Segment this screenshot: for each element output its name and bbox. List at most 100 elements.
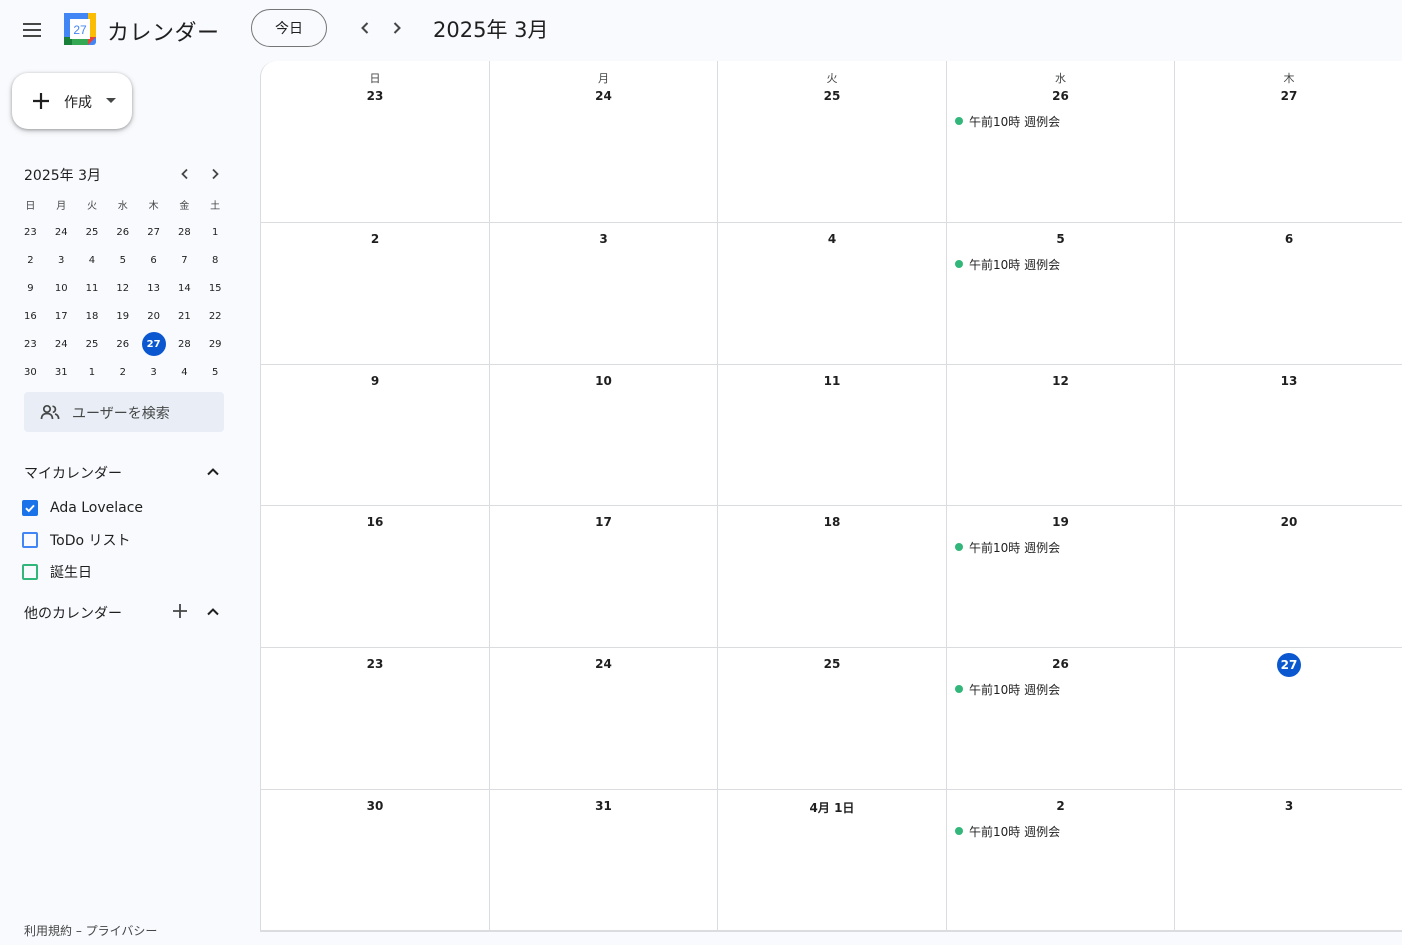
mini-calendar-day[interactable]: 26 bbox=[107, 330, 138, 358]
day-number[interactable]: 13 bbox=[1175, 374, 1402, 388]
mini-calendar-day[interactable]: 24 bbox=[46, 330, 77, 358]
mini-calendar-day[interactable]: 16 bbox=[15, 302, 46, 330]
mini-calendar-day[interactable]: 29 bbox=[200, 330, 231, 358]
day-number[interactable]: 3 bbox=[490, 232, 717, 246]
mini-calendar-day[interactable]: 17 bbox=[46, 302, 77, 330]
my-calendars-title[interactable]: マイカレンダー bbox=[24, 463, 122, 483]
mini-calendar-day[interactable]: 21 bbox=[169, 302, 200, 330]
day-cell[interactable]: 25 bbox=[718, 648, 947, 789]
mini-calendar-day[interactable]: 27 bbox=[138, 218, 169, 246]
day-cell[interactable]: 3 bbox=[490, 223, 718, 364]
day-number[interactable]: 9 bbox=[261, 374, 489, 388]
day-number[interactable]: 19 bbox=[947, 515, 1174, 529]
day-number[interactable]: 20 bbox=[1175, 515, 1402, 529]
mini-calendar-day[interactable]: 24 bbox=[46, 218, 77, 246]
today-button[interactable]: 今日 bbox=[251, 9, 327, 47]
day-cell[interactable]: 30 bbox=[261, 790, 490, 930]
terms-link[interactable]: 利用規約 bbox=[24, 924, 72, 938]
my-calendars-collapse-button[interactable] bbox=[203, 462, 223, 482]
mini-calendar-day[interactable]: 27 bbox=[138, 330, 169, 358]
mini-calendar-day[interactable]: 28 bbox=[169, 330, 200, 358]
mini-calendar-day[interactable]: 20 bbox=[138, 302, 169, 330]
day-number[interactable]: 6 bbox=[1175, 232, 1402, 246]
mini-calendar-day[interactable]: 5 bbox=[200, 358, 231, 386]
other-calendars-title[interactable]: 他のカレンダー bbox=[24, 603, 122, 623]
day-number[interactable]: 24 bbox=[490, 657, 717, 671]
day-cell[interactable]: 4月 1日 bbox=[718, 790, 947, 930]
mini-calendar-next-button[interactable] bbox=[205, 164, 225, 184]
mini-calendar-day[interactable]: 10 bbox=[46, 274, 77, 302]
day-cell[interactable]: 16 bbox=[261, 506, 490, 647]
day-number[interactable]: 31 bbox=[490, 799, 717, 813]
mini-calendar-day[interactable]: 23 bbox=[15, 218, 46, 246]
search-users-input[interactable]: ユーザーを検索 bbox=[24, 392, 224, 432]
mini-calendar-day[interactable]: 3 bbox=[46, 246, 77, 274]
day-number[interactable]: 16 bbox=[261, 515, 489, 529]
day-number[interactable]: 24 bbox=[490, 89, 717, 103]
day-cell[interactable]: 4 bbox=[718, 223, 947, 364]
day-cell[interactable]: 9 bbox=[261, 365, 490, 505]
day-cell[interactable]: 27 bbox=[1175, 648, 1402, 789]
day-cell[interactable]: 17 bbox=[490, 506, 718, 647]
privacy-link[interactable]: プライバシー bbox=[86, 924, 158, 938]
day-number[interactable]: 11 bbox=[718, 374, 946, 388]
mini-calendar-day[interactable]: 22 bbox=[200, 302, 231, 330]
day-number[interactable]: 17 bbox=[490, 515, 717, 529]
mini-calendar-day[interactable]: 25 bbox=[77, 218, 108, 246]
day-number[interactable]: 23 bbox=[261, 89, 489, 103]
my-calendar-item[interactable]: 誕生日 bbox=[22, 560, 92, 584]
day-cell[interactable]: 2 bbox=[261, 223, 490, 364]
day-number[interactable]: 4 bbox=[718, 232, 946, 246]
my-calendar-item[interactable]: Ada Lovelace bbox=[22, 496, 143, 520]
day-cell[interactable]: 2 午前10時 週例会 bbox=[947, 790, 1175, 930]
day-number[interactable]: 26 bbox=[947, 89, 1174, 103]
day-cell[interactable]: 26 午前10時 週例会 bbox=[947, 648, 1175, 789]
mini-calendar-day[interactable]: 11 bbox=[77, 274, 108, 302]
mini-calendar-day[interactable]: 30 bbox=[15, 358, 46, 386]
day-cell[interactable]: 日 23 bbox=[261, 61, 490, 222]
event-chip[interactable]: 午前10時 週例会 bbox=[955, 822, 1060, 840]
create-button[interactable]: 作成 bbox=[12, 73, 132, 129]
day-number[interactable]: 27 bbox=[1175, 653, 1402, 677]
day-cell[interactable]: 13 bbox=[1175, 365, 1402, 505]
event-chip[interactable]: 午前10時 週例会 bbox=[955, 680, 1060, 698]
day-number[interactable]: 23 bbox=[261, 657, 489, 671]
day-number[interactable]: 30 bbox=[261, 799, 489, 813]
calendar-logo-icon[interactable]: 27 bbox=[64, 13, 96, 45]
day-cell[interactable]: 19 午前10時 週例会 bbox=[947, 506, 1175, 647]
mini-calendar-day[interactable]: 8 bbox=[200, 246, 231, 274]
day-cell[interactable]: 水 26 午前10時 週例会 bbox=[947, 61, 1175, 222]
day-cell[interactable]: 10 bbox=[490, 365, 718, 505]
day-number[interactable]: 4月 1日 bbox=[718, 799, 946, 816]
add-other-calendar-button[interactable] bbox=[171, 602, 189, 620]
menu-icon[interactable] bbox=[20, 18, 44, 42]
day-cell[interactable]: 24 bbox=[490, 648, 718, 789]
day-cell[interactable]: 5 午前10時 週例会 bbox=[947, 223, 1175, 364]
mini-calendar-day[interactable]: 28 bbox=[169, 218, 200, 246]
day-cell[interactable]: 12 bbox=[947, 365, 1175, 505]
day-cell[interactable]: 31 bbox=[490, 790, 718, 930]
my-calendar-item[interactable]: ToDo リスト bbox=[22, 528, 131, 552]
day-number[interactable]: 2 bbox=[261, 232, 489, 246]
mini-calendar-day[interactable]: 7 bbox=[169, 246, 200, 274]
day-number[interactable]: 26 bbox=[947, 657, 1174, 671]
day-cell[interactable]: 3 bbox=[1175, 790, 1402, 930]
mini-calendar-day[interactable]: 18 bbox=[77, 302, 108, 330]
mini-calendar-day[interactable]: 19 bbox=[107, 302, 138, 330]
mini-calendar-day[interactable]: 3 bbox=[138, 358, 169, 386]
day-number[interactable]: 5 bbox=[947, 232, 1174, 246]
mini-calendar-day[interactable]: 9 bbox=[15, 274, 46, 302]
mini-calendar-day[interactable]: 12 bbox=[107, 274, 138, 302]
mini-calendar-day[interactable]: 2 bbox=[107, 358, 138, 386]
day-number[interactable]: 3 bbox=[1175, 799, 1402, 813]
checkbox-unchecked[interactable] bbox=[22, 532, 38, 548]
mini-calendar-prev-button[interactable] bbox=[175, 164, 195, 184]
other-calendars-collapse-button[interactable] bbox=[203, 602, 223, 622]
checkbox-checked[interactable] bbox=[22, 500, 38, 516]
mini-calendar-day[interactable]: 23 bbox=[15, 330, 46, 358]
day-number[interactable]: 18 bbox=[718, 515, 946, 529]
day-number[interactable]: 10 bbox=[490, 374, 717, 388]
mini-calendar-day[interactable]: 1 bbox=[200, 218, 231, 246]
mini-calendar-day[interactable]: 5 bbox=[107, 246, 138, 274]
event-chip[interactable]: 午前10時 週例会 bbox=[955, 255, 1060, 273]
